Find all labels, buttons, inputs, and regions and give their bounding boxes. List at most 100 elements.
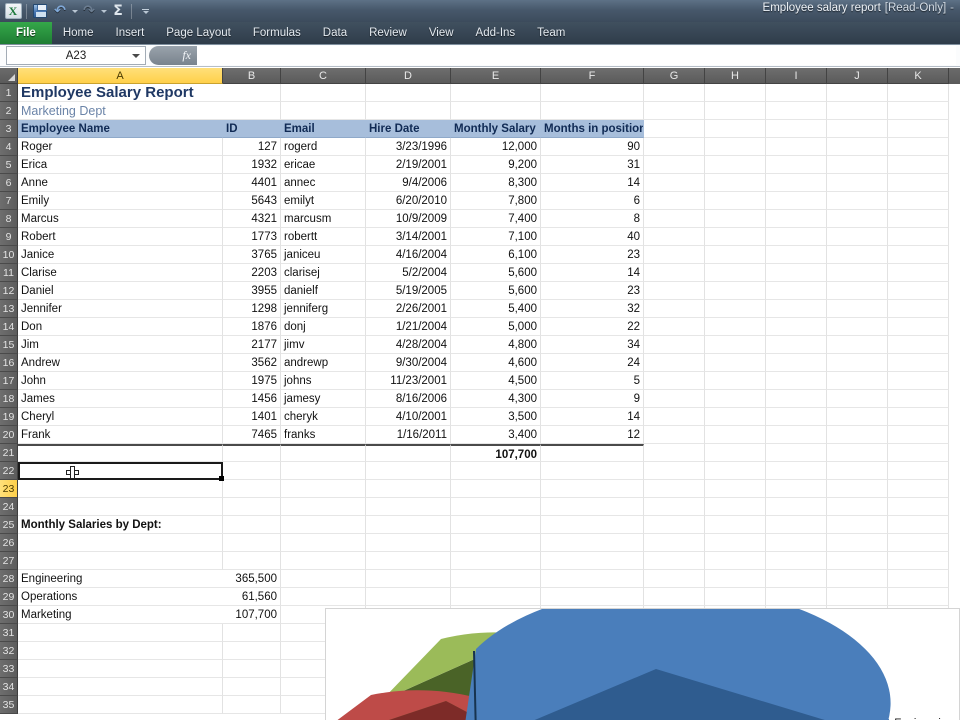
cell-C23[interactable] [281,480,366,498]
row-header-26[interactable]: 26 [0,534,18,552]
cell-H13[interactable] [705,300,766,318]
row-header-3[interactable]: 3 [0,120,18,138]
cell-I7[interactable] [766,192,827,210]
cell-B26[interactable] [223,534,281,552]
cell-J16[interactable] [827,354,888,372]
cell-K24[interactable] [888,498,949,516]
cell-A10-employee-name[interactable]: Janice [18,246,223,264]
row-header-2[interactable]: 2 [0,102,18,120]
row-header-14[interactable]: 14 [0,318,18,336]
cell-A33[interactable] [18,660,223,678]
cell-B15-id[interactable]: 2177 [223,336,281,354]
cell-K20[interactable] [888,426,949,444]
cell-E9-monthly-salary[interactable]: 7,100 [451,228,541,246]
cell-J2[interactable] [827,102,888,120]
tab-formulas[interactable]: Formulas [242,22,312,44]
tab-home[interactable]: Home [52,22,105,44]
cell-F7-months-in-position[interactable]: 6 [541,192,644,210]
cell-H10[interactable] [705,246,766,264]
cell-B19-id[interactable]: 1401 [223,408,281,426]
cell-K4[interactable] [888,138,949,156]
cell-K13[interactable] [888,300,949,318]
cell-K2[interactable] [888,102,949,120]
cell-D28[interactable] [366,570,451,588]
cell-C7-email[interactable]: emilyt [281,192,366,210]
row-header-12[interactable]: 12 [0,282,18,300]
cell-A15-employee-name[interactable]: Jim [18,336,223,354]
cell-C24[interactable] [281,498,366,516]
cell-H4[interactable] [705,138,766,156]
cell-F19-months-in-position[interactable]: 14 [541,408,644,426]
row-header-22[interactable]: 22 [0,462,18,480]
row-header-25[interactable]: 25 [0,516,18,534]
cell-D8-hire-date[interactable]: 10/9/2009 [366,210,451,228]
cell-E23[interactable] [451,480,541,498]
cell-B28-department-amount[interactable]: 365,500 [223,570,281,588]
customize-qat-icon[interactable] [135,1,155,21]
cell-A26-dept-section-label[interactable]: Monthly Salaries by Dept: [18,516,223,534]
undo-icon[interactable]: ↶ [50,1,70,21]
row-header-15[interactable]: 15 [0,336,18,354]
worksheet-grid[interactable]: ABCDEFGHIJK 1 2 3 4 5 6 7 8 9 10 11 12 13 14 15 16 17 18 1… [0,68,960,720]
tab-add-ins[interactable]: Add-Ins [465,22,527,44]
cell-I18[interactable] [766,390,827,408]
cell-F6-months-in-position[interactable]: 14 [541,174,644,192]
cell-B29-department-amount[interactable]: 61,560 [223,588,281,606]
cell-J4[interactable] [827,138,888,156]
cell-G13[interactable] [644,300,705,318]
cell-H1[interactable] [705,84,766,102]
cell-C6-email[interactable]: annec [281,174,366,192]
cell-E20-monthly-salary[interactable]: 3,400 [451,426,541,444]
cell-C9-email[interactable]: robertt [281,228,366,246]
cell-B8-id[interactable]: 4321 [223,210,281,228]
cell-J20[interactable] [827,426,888,444]
header-monthly-salary[interactable]: Monthly Salary [451,120,541,138]
cell-G20[interactable] [644,426,705,444]
cell-K19[interactable] [888,408,949,426]
formula-bar-handle[interactable]: fx [149,46,197,65]
cell-H14[interactable] [705,318,766,336]
cell-E10-monthly-salary[interactable]: 6,100 [451,246,541,264]
cell-J9[interactable] [827,228,888,246]
cell-J28[interactable] [827,570,888,588]
cell-D7-hire-date[interactable]: 6/20/2010 [366,192,451,210]
cell-F13-months-in-position[interactable]: 32 [541,300,644,318]
cell-G14[interactable] [644,318,705,336]
cell-H8[interactable] [705,210,766,228]
cell-H3[interactable] [705,120,766,138]
cell-K9[interactable] [888,228,949,246]
cell-E22-salary-total[interactable]: 107,700 [451,444,541,462]
row-header-20[interactable]: 20 [0,426,18,444]
cell-B14-id[interactable]: 1876 [223,318,281,336]
cell-G4[interactable] [644,138,705,156]
cell-F12-months-in-position[interactable]: 23 [541,282,644,300]
cell-F11-months-in-position[interactable]: 14 [541,264,644,282]
header-id[interactable]: ID [223,120,281,138]
cell-A28-department-name[interactable]: Engineering [18,570,223,588]
cell-A30-department-name[interactable]: Marketing [18,606,223,624]
cell-B34[interactable] [223,678,281,696]
row-header-23[interactable]: 23 [0,480,18,498]
cell-A31[interactable] [18,624,223,642]
cell-A14-employee-name[interactable]: Don [18,318,223,336]
cell-J8[interactable] [827,210,888,228]
cell-J18[interactable] [827,390,888,408]
cell-E5-monthly-salary[interactable]: 9,200 [451,156,541,174]
cell-B9-id[interactable]: 1773 [223,228,281,246]
cell-A7-employee-name[interactable]: Emily [18,192,223,210]
cell-B35[interactable] [223,696,281,714]
cell-G17[interactable] [644,372,705,390]
cell-B12-id[interactable]: 3955 [223,282,281,300]
cell-B25[interactable] [223,516,281,534]
cell-E6-monthly-salary[interactable]: 8,300 [451,174,541,192]
cell-F8-months-in-position[interactable]: 8 [541,210,644,228]
header-hire-date[interactable]: Hire Date [366,120,451,138]
cell-B31[interactable] [223,624,281,642]
cell-H21[interactable] [705,444,766,462]
cell-A34[interactable] [18,678,223,696]
cell-G8[interactable] [644,210,705,228]
cell-H9[interactable] [705,228,766,246]
autosum-icon[interactable]: Σ [108,1,128,21]
chevron-down-icon[interactable] [132,53,140,58]
cell-D10-hire-date[interactable]: 4/16/2004 [366,246,451,264]
